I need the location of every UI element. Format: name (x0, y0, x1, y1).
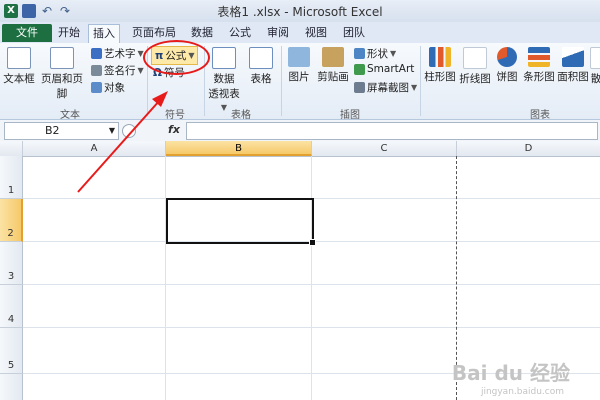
baidu-watermark: Bai du 经验 (451, 361, 570, 385)
watermark-url: jingyan.baidu.com (480, 387, 564, 397)
annotation-arrow (77, 91, 168, 193)
